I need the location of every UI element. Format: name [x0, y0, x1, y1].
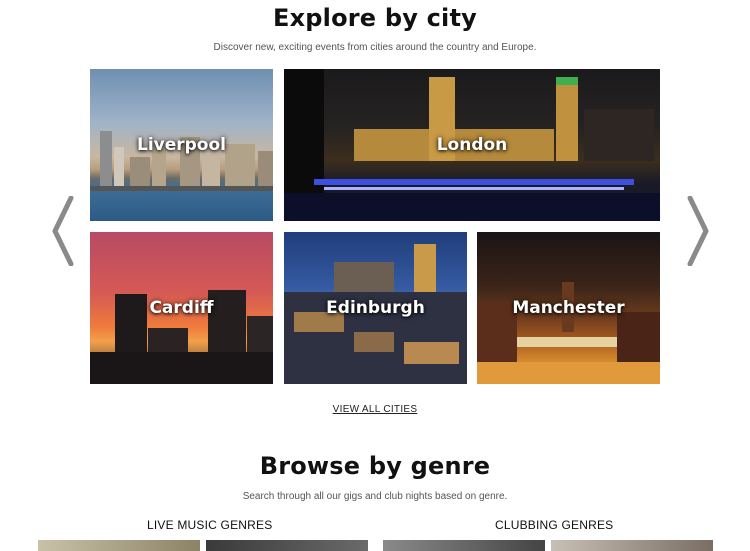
chevron-right-icon — [687, 195, 709, 267]
city-label-edinburgh: Edinburgh — [326, 298, 425, 318]
city-tile-cardiff[interactable]: Cardiff — [90, 232, 273, 384]
city-label-cardiff: Cardiff — [149, 298, 214, 318]
city-tile-london[interactable]: London — [284, 69, 660, 221]
explore-title: Explore by city — [273, 4, 477, 32]
live-music-genres-heading: LIVE MUSIC GENRES — [147, 518, 273, 532]
city-tile-edinburgh[interactable]: Edinburgh — [284, 232, 467, 384]
city-tile-manchester[interactable]: Manchester — [477, 232, 660, 384]
carousel-next-button[interactable] — [685, 195, 711, 267]
view-all-cities-link[interactable]: VIEW ALL CITIES — [333, 404, 418, 415]
chevron-left-icon — [52, 195, 74, 267]
view-all-cities-wrapper: VIEW ALL CITIES — [0, 397, 750, 416]
live-genre-thumb-1[interactable] — [38, 540, 200, 551]
explore-subtitle: Discover new, exciting events from citie… — [213, 42, 537, 53]
clubbing-genre-thumb-1[interactable] — [383, 540, 545, 551]
genre-subtitle: Search through all our gigs and club nig… — [242, 491, 508, 502]
clubbing-genres-heading: CLUBBING GENRES — [495, 518, 614, 532]
city-label-london: London — [436, 135, 508, 155]
live-genre-thumb-2[interactable] — [206, 540, 368, 551]
clubbing-genre-thumb-2[interactable] — [551, 540, 713, 551]
carousel-prev-button[interactable] — [50, 195, 76, 267]
genre-title: Browse by genre — [259, 452, 491, 480]
city-label-manchester: Manchester — [512, 298, 625, 318]
city-label-liverpool: Liverpool — [136, 135, 226, 155]
city-tile-liverpool[interactable]: Liverpool — [90, 69, 273, 221]
